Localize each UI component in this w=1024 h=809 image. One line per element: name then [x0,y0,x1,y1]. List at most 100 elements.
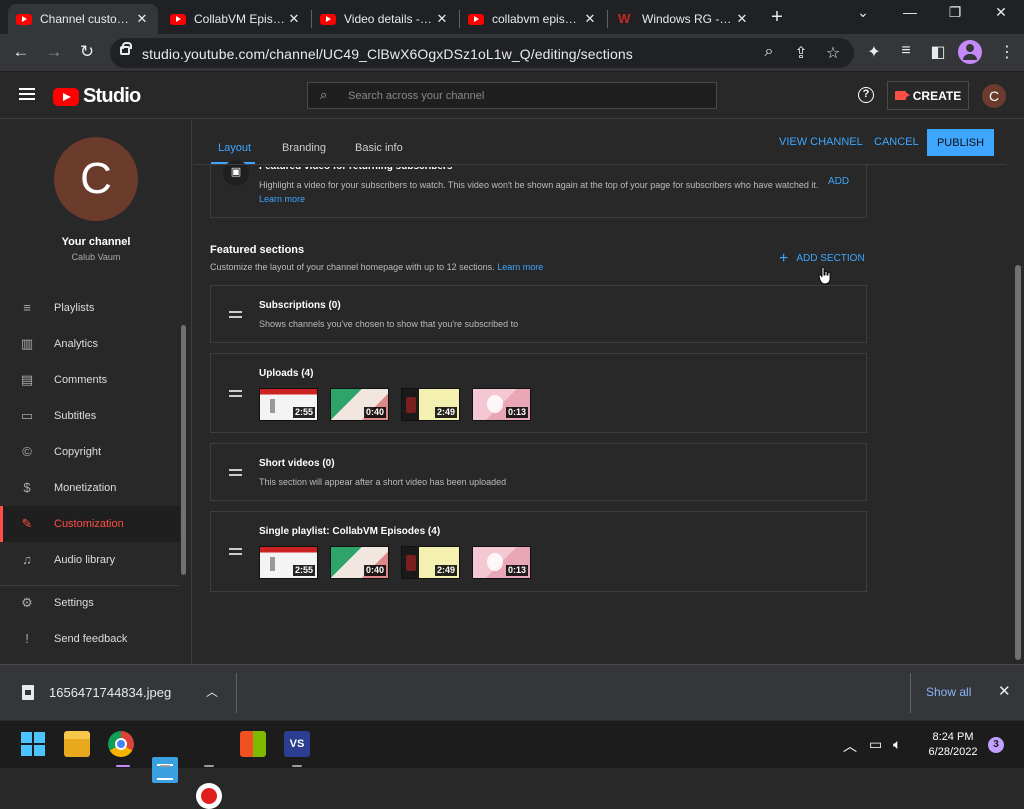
video-thumbnail[interactable]: 0:40 [330,546,389,579]
sidebar-item-label: Copyright [54,446,102,458]
publish-button[interactable]: PUBLISH [927,129,994,156]
new-tab-icon[interactable]: + [766,6,788,29]
sidebar-item-comments[interactable]: ▤ Comments [0,362,180,398]
chrome-icon[interactable] [108,731,134,757]
create-button[interactable]: CREATE [887,81,969,110]
section-card-subscriptions[interactable]: Subscriptions (0) Shows channels you've … [210,285,867,343]
tab-close-icon[interactable]: ✕ [434,11,450,27]
cancel-button[interactable]: CANCEL [874,136,919,148]
channel-search-box[interactable]: ⌕ [307,82,717,109]
tab-layout[interactable]: Layout [218,142,251,154]
channel-avatar[interactable]: C [54,137,138,221]
show-all-downloads-button[interactable]: Show all [926,685,971,699]
drag-handle-icon[interactable] [229,548,242,555]
tab-close-icon[interactable]: ✕ [286,11,302,27]
video-thumbnail[interactable]: 2:55 [259,546,318,579]
youtube-favicon-icon [468,13,484,25]
tab-close-icon[interactable]: ✕ [134,11,150,27]
youtube-studio-logo[interactable]: Studio [53,85,141,108]
tray-chevron-up-icon[interactable]: ︿ [843,736,857,756]
sidebar-item-customization[interactable]: ✎ Customization [0,506,180,542]
featured-video-desc-text: Highlight a video for your subscribers t… [259,180,819,190]
plus-icon: + [779,249,789,267]
sidebar-item-playlists[interactable]: ≡ Playlists [0,290,180,326]
chevron-up-icon[interactable]: ︿ [206,683,218,700]
drag-handle-icon[interactable] [229,390,242,397]
section-card-single-playlist[interactable]: Single playlist: CollabVM Episodes (4) 2… [210,511,867,592]
sidebar-item-analytics[interactable]: ▥ Analytics [0,326,180,362]
microsoft-store-icon[interactable] [240,731,266,757]
browser-profile-avatar[interactable] [958,40,982,64]
window-close-icon[interactable]: ✕ [986,4,1016,21]
browser-tab-windows-rg[interactable]: W Windows RG - Jo ✕ [610,4,758,34]
reload-icon[interactable]: ↻ [76,42,98,62]
browser-tab-collabvm-episodes[interactable]: CollabVM Episodes ✕ [162,4,310,34]
network-icon[interactable]: ▭ [869,736,882,753]
browser-tab-video-details[interactable]: Video details - YouTube Studio ✕ [312,4,458,34]
section-title: Subscriptions (0) [259,300,341,311]
side-panel-icon[interactable]: ◧ [927,42,949,62]
featured-sections-learn-more-link[interactable]: Learn more [497,262,543,272]
youtube-favicon-icon [16,13,32,25]
tab-branding[interactable]: Branding [282,142,326,154]
tab-close-icon[interactable]: ✕ [582,11,598,27]
video-thumbnail[interactable]: 2:49 [401,546,460,579]
add-section-button[interactable]: + ADD SECTION [779,249,865,267]
video-thumbnail[interactable]: 0:40 [330,388,389,421]
sidebar-item-send-feedback[interactable]: ! Send feedback [0,621,180,657]
close-download-bar-icon[interactable]: ✕ [998,682,1011,700]
video-duration: 2:55 [292,565,315,576]
visual-studio-icon[interactable]: VS [284,731,310,757]
zoom-search-icon[interactable]: ⌕ [758,43,780,61]
forward-icon[interactable]: → [43,42,65,62]
notepad-icon[interactable] [152,757,178,783]
video-thumbnail[interactable]: 2:49 [401,388,460,421]
address-bar[interactable]: studio.youtube.com/channel/UC49_ClBwX6Og… [110,38,854,68]
bookmark-star-icon[interactable]: ☆ [822,43,844,63]
featured-video-add-button[interactable]: ADD [828,176,849,187]
download-file-name[interactable]: 1656471744834.jpeg [49,685,171,700]
extensions-puzzle-icon[interactable]: ✦ [863,42,885,62]
notification-badge[interactable]: 3 [988,737,1004,753]
video-thumbnail[interactable]: 2:55 [259,388,318,421]
video-thumbnail[interactable]: 0:13 [472,546,531,579]
view-channel-button[interactable]: VIEW CHANNEL [779,136,863,148]
main-scrollbar[interactable] [1015,265,1021,660]
section-card-uploads[interactable]: Uploads (4) 2:55 0:40 2:49 0:13 [210,353,867,433]
media-queue-icon[interactable]: ≡ [895,42,917,60]
minimize-icon[interactable]: — [895,4,925,20]
lock-icon[interactable] [120,42,132,55]
search-input[interactable] [348,86,708,105]
tab-search-chevron-icon[interactable]: ⌄ [848,4,878,21]
account-avatar[interactable]: C [982,84,1006,108]
share-icon[interactable]: ⇪ [790,43,812,63]
sidebar-item-monetization[interactable]: $ Monetization [0,470,180,506]
sidebar-item-copyright[interactable]: © Copyright [0,434,180,470]
browser-tab-channel-customization[interactable]: Channel customization ✕ [8,4,158,34]
taskbar-clock[interactable]: 8:24 PM 6/28/2022 [920,730,986,760]
sidebar-scrollbar[interactable] [181,325,186,575]
tab-basic-info[interactable]: Basic info [355,142,403,154]
browser-tab-collabvm-episodes-search[interactable]: collabvm episodes ✕ [460,4,606,34]
menu-hamburger-icon[interactable] [19,88,35,100]
file-explorer-icon[interactable] [64,731,90,757]
sidebar-item-audio-library[interactable]: ♫ Audio library [0,542,180,578]
help-icon[interactable]: ? [858,87,874,103]
sidebar-item-label: Analytics [54,338,99,350]
drag-handle-icon[interactable] [229,311,242,318]
sidebar-item-subtitles[interactable]: ▭ Subtitles [0,398,180,434]
volume-icon[interactable]: 🔈︎ [893,736,901,753]
screen-recorder-icon[interactable] [196,783,222,809]
back-icon[interactable]: ← [10,42,32,62]
sidebar-item-settings[interactable]: ⚙ Settings [0,585,180,621]
featured-sections-title: Featured sections [210,244,305,256]
video-thumbnail[interactable]: 0:13 [472,388,531,421]
url-text[interactable]: studio.youtube.com/channel/UC49_ClBwX6Og… [142,46,633,62]
tab-close-icon[interactable]: ✕ [734,11,750,27]
windows-start-icon[interactable] [20,731,46,757]
maximize-icon[interactable]: ❐ [940,4,970,21]
section-card-short-videos[interactable]: Short videos (0) This section will appea… [210,443,867,501]
drag-handle-icon[interactable] [229,469,242,476]
browser-menu-icon[interactable]: ⋮ [996,42,1018,62]
featured-video-learn-more-link[interactable]: Learn more [259,194,305,204]
